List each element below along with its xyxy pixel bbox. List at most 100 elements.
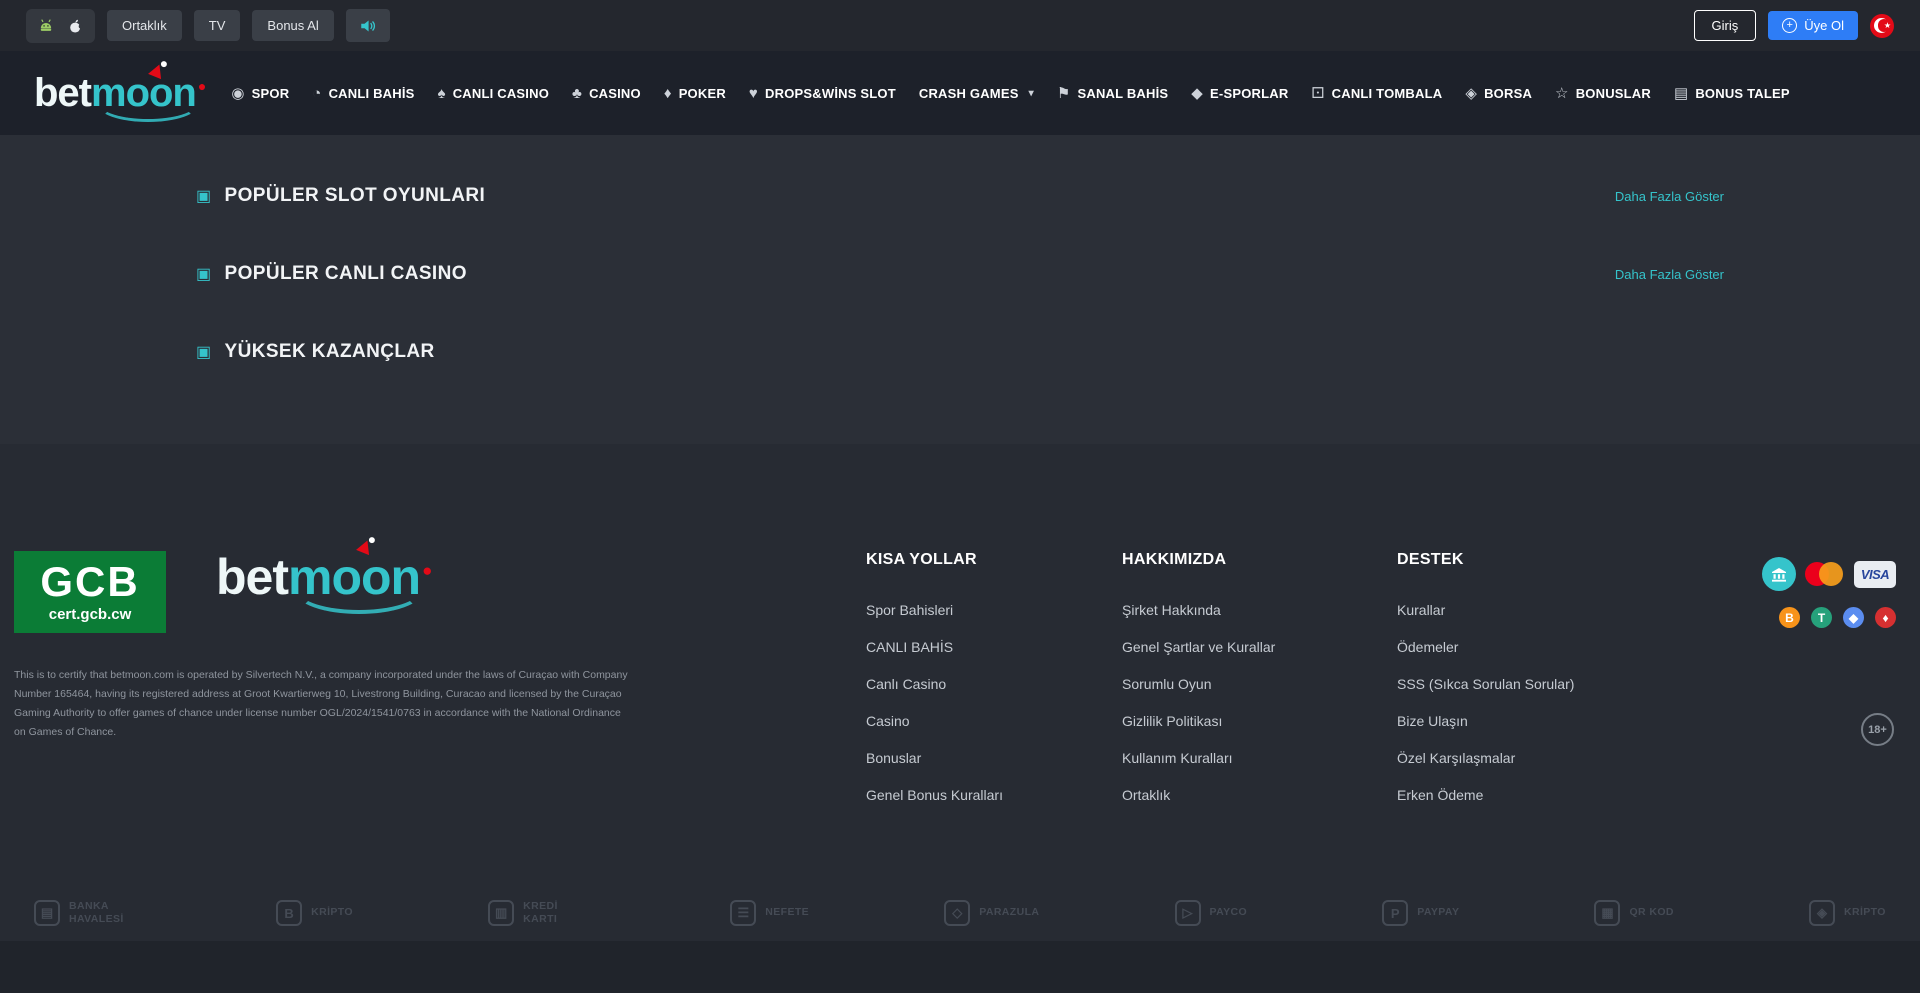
footer-link-sss[interactable]: SSS (Sıkca Sorulan Sorular): [1397, 676, 1574, 692]
nav-item-canli-casino[interactable]: ♠ CANLI CASINO: [438, 85, 549, 102]
payment-nefete[interactable]: ☰ NEFETE: [730, 900, 809, 926]
footer-link-sirket-hakkinda[interactable]: Şirket Hakkında: [1122, 602, 1275, 618]
nav-label: SPOR: [252, 86, 290, 101]
payment-label: BANKA HAVALESİ: [69, 900, 141, 926]
footer-betmoon-logo[interactable]: betmoon●: [216, 548, 431, 606]
bonus-al-button[interactable]: Bonus Al: [252, 10, 333, 41]
nav-item-borsa[interactable]: ◈ BORSA: [1465, 84, 1532, 102]
payment-methods-strip: ▤ BANKA HAVALESİ B KRİPTO ▥ KREDİ KARTI …: [0, 891, 1920, 935]
nav-item-canli-bahis[interactable]: ◔ CANLI BAHİS: [312, 85, 414, 102]
footer-link-spor-bahisleri[interactable]: Spor Bahisleri: [866, 602, 1003, 618]
gcb-certificate-badge[interactable]: GCB cert.gcb.cw: [14, 551, 166, 633]
footer-link-bize-ulasin[interactable]: Bize Ulaşın: [1397, 713, 1574, 729]
payment-kredi-karti[interactable]: ▥ KREDİ KARTI: [488, 900, 595, 926]
nav-label: CASINO: [589, 86, 641, 101]
payco-logo-icon: ▷: [1175, 900, 1201, 926]
payment-payco[interactable]: ▷ PAYCO: [1175, 900, 1248, 926]
payment-label: KRİPTO: [311, 906, 353, 919]
nav-item-sanal-bahis[interactable]: ⚑ SANAL BAHİS: [1057, 84, 1168, 102]
footer-link-genel-bonus-kurallari[interactable]: Genel Bonus Kuralları: [866, 787, 1003, 803]
poker-chip-icon: ♦: [664, 85, 672, 102]
nav-item-drops-wins-slot[interactable]: ♥ DROPS&WİNS SLOT: [749, 85, 896, 102]
nav-label: CANLI BAHİS: [329, 86, 415, 101]
nav-item-bonuslar[interactable]: ☆ BONUSLAR: [1555, 84, 1651, 102]
apple-icon: [67, 17, 84, 35]
login-button[interactable]: Giriş: [1694, 10, 1757, 41]
payment-paypay[interactable]: P PAYPAY: [1382, 900, 1459, 926]
nav-item-canli-tombala[interactable]: ⚀ CANLI TOMBALA: [1311, 84, 1442, 102]
nav-item-bonus-talep[interactable]: ▤ BONUS TALEP: [1674, 84, 1790, 102]
section-heading: POPÜLER SLOT OYUNLARI: [225, 185, 486, 207]
turkish-flag-icon[interactable]: ★: [1870, 14, 1894, 38]
sound-button[interactable]: [346, 9, 390, 42]
logo-text-moon: moon: [91, 71, 196, 115]
payment-label: PAYPAY: [1417, 906, 1459, 919]
flag-star-icon: ★: [1884, 21, 1891, 30]
nav-item-e-sporlar[interactable]: ◆ E-SPORLAR: [1191, 84, 1288, 102]
plus-icon: +: [1782, 18, 1797, 33]
credit-card-logo-icon: ▥: [488, 900, 514, 926]
ethereum-icon: ◆: [1843, 607, 1864, 628]
ortaklik-button[interactable]: Ortaklık: [107, 10, 182, 41]
payment-banka-havalesi[interactable]: ▤ BANKA HAVALESİ: [34, 900, 141, 926]
footer-column-shortcuts: KISA YOLLAR Spor Bahisleri CANLI BAHİS C…: [866, 551, 1003, 824]
nav-item-poker[interactable]: ♦ POKER: [664, 85, 726, 102]
section-high-wins: ▣ YÜKSEK KAZANÇLAR: [196, 313, 1724, 391]
show-more-link[interactable]: Daha Fazla Göster: [1615, 267, 1724, 282]
footer-column-title: KISA YOLLAR: [866, 551, 1003, 569]
tv-button[interactable]: TV: [194, 10, 241, 41]
footer-column-title: HAKKIMIZDA: [1122, 551, 1275, 569]
betmoon-logo[interactable]: betmoon●: [34, 71, 205, 116]
footer-link-kurallar[interactable]: Kurallar: [1397, 602, 1574, 618]
virtual-sports-icon: ⚑: [1057, 84, 1071, 102]
footer-link-ozel-karsilasmalar[interactable]: Özel Karşılaşmalar: [1397, 750, 1574, 766]
section-popular-live-casino: ▣ POPÜLER CANLI CASINO Daha Fazla Göster: [196, 235, 1724, 313]
payment-parazula[interactable]: ◇ PARAZULA: [944, 900, 1039, 926]
payment-kripto-1[interactable]: B KRİPTO: [276, 900, 353, 926]
footer-link-bonuslar[interactable]: Bonuslar: [866, 750, 1003, 766]
footer-link-casino[interactable]: Casino: [866, 713, 1003, 729]
nav-label: BORSA: [1484, 86, 1532, 101]
footer-link-canli-bahis[interactable]: CANLI BAHİS: [866, 639, 1003, 655]
lock-icon: ◈: [1465, 84, 1477, 102]
footer-link-canli-casino[interactable]: Canlı Casino: [866, 676, 1003, 692]
footer-link-ortaklik[interactable]: Ortaklık: [1122, 787, 1275, 803]
age-18-plus-badge: 18+: [1861, 713, 1894, 746]
footer-link-odemeler[interactable]: Ödemeler: [1397, 639, 1574, 655]
nav-item-casino[interactable]: ♣ CASINO: [572, 85, 641, 102]
tombala-icon: ⚀: [1311, 84, 1324, 102]
club-icon: ♣: [572, 85, 582, 102]
signup-label: Üye Ol: [1804, 18, 1844, 33]
bottom-band: [0, 941, 1920, 993]
app-store-badges[interactable]: [26, 9, 95, 43]
footer-link-genel-sartlar[interactable]: Genel Şartlar ve Kurallar: [1122, 639, 1275, 655]
payment-qr-kod[interactable]: ▦ QR KOD: [1594, 900, 1673, 926]
nav-item-crash-games[interactable]: CRASH GAMES ▾: [919, 86, 1034, 101]
chevron-down-icon: ▾: [1029, 88, 1034, 99]
mastercard-orange-circle: [1819, 562, 1843, 586]
payment-icons-row1: VISA: [1762, 557, 1896, 591]
footer-link-erken-odeme[interactable]: Erken Ödeme: [1397, 787, 1574, 803]
footer-column-support: DESTEK Kurallar Ödemeler SSS (Sıkca Soru…: [1397, 551, 1574, 824]
main-nav: betmoon● ◉ SPOR ◔ CANLI BAHİS ♠ CANLI CA…: [0, 51, 1920, 135]
speaker-icon: [358, 17, 378, 35]
nav-label: SANAL BAHİS: [1077, 86, 1168, 101]
gift-icon: ☆: [1555, 84, 1569, 102]
signup-button[interactable]: + Üye Ol: [1768, 11, 1858, 40]
nav-item-spor[interactable]: ◉ SPOR: [231, 84, 289, 102]
footer-link-kullanim-kurallari[interactable]: Kullanım Kuralları: [1122, 750, 1275, 766]
bank-icon: [1770, 565, 1788, 583]
android-icon: [37, 17, 55, 35]
nefete-logo-icon: ☰: [730, 900, 756, 926]
payment-label: QR KOD: [1629, 906, 1673, 919]
topbar: Ortaklık TV Bonus Al Giriş + Üye Ol ★: [0, 0, 1920, 51]
show-more-link[interactable]: Daha Fazla Göster: [1615, 189, 1724, 204]
footer-link-gizlilik-politikasi[interactable]: Gizlilik Politikası: [1122, 713, 1275, 729]
bitcoin-icon: B: [1779, 607, 1800, 628]
payment-kripto-2[interactable]: ◈ KRİPTO: [1809, 900, 1886, 926]
soccer-icon: ◉: [231, 84, 244, 102]
footer-link-sorumlu-oyun[interactable]: Sorumlu Oyun: [1122, 676, 1275, 692]
logo-text-moon: moon: [288, 549, 420, 605]
section-popular-slots: ▣ POPÜLER SLOT OYUNLARI Daha Fazla Göste…: [196, 157, 1724, 235]
nav-label: BONUSLAR: [1576, 86, 1651, 101]
